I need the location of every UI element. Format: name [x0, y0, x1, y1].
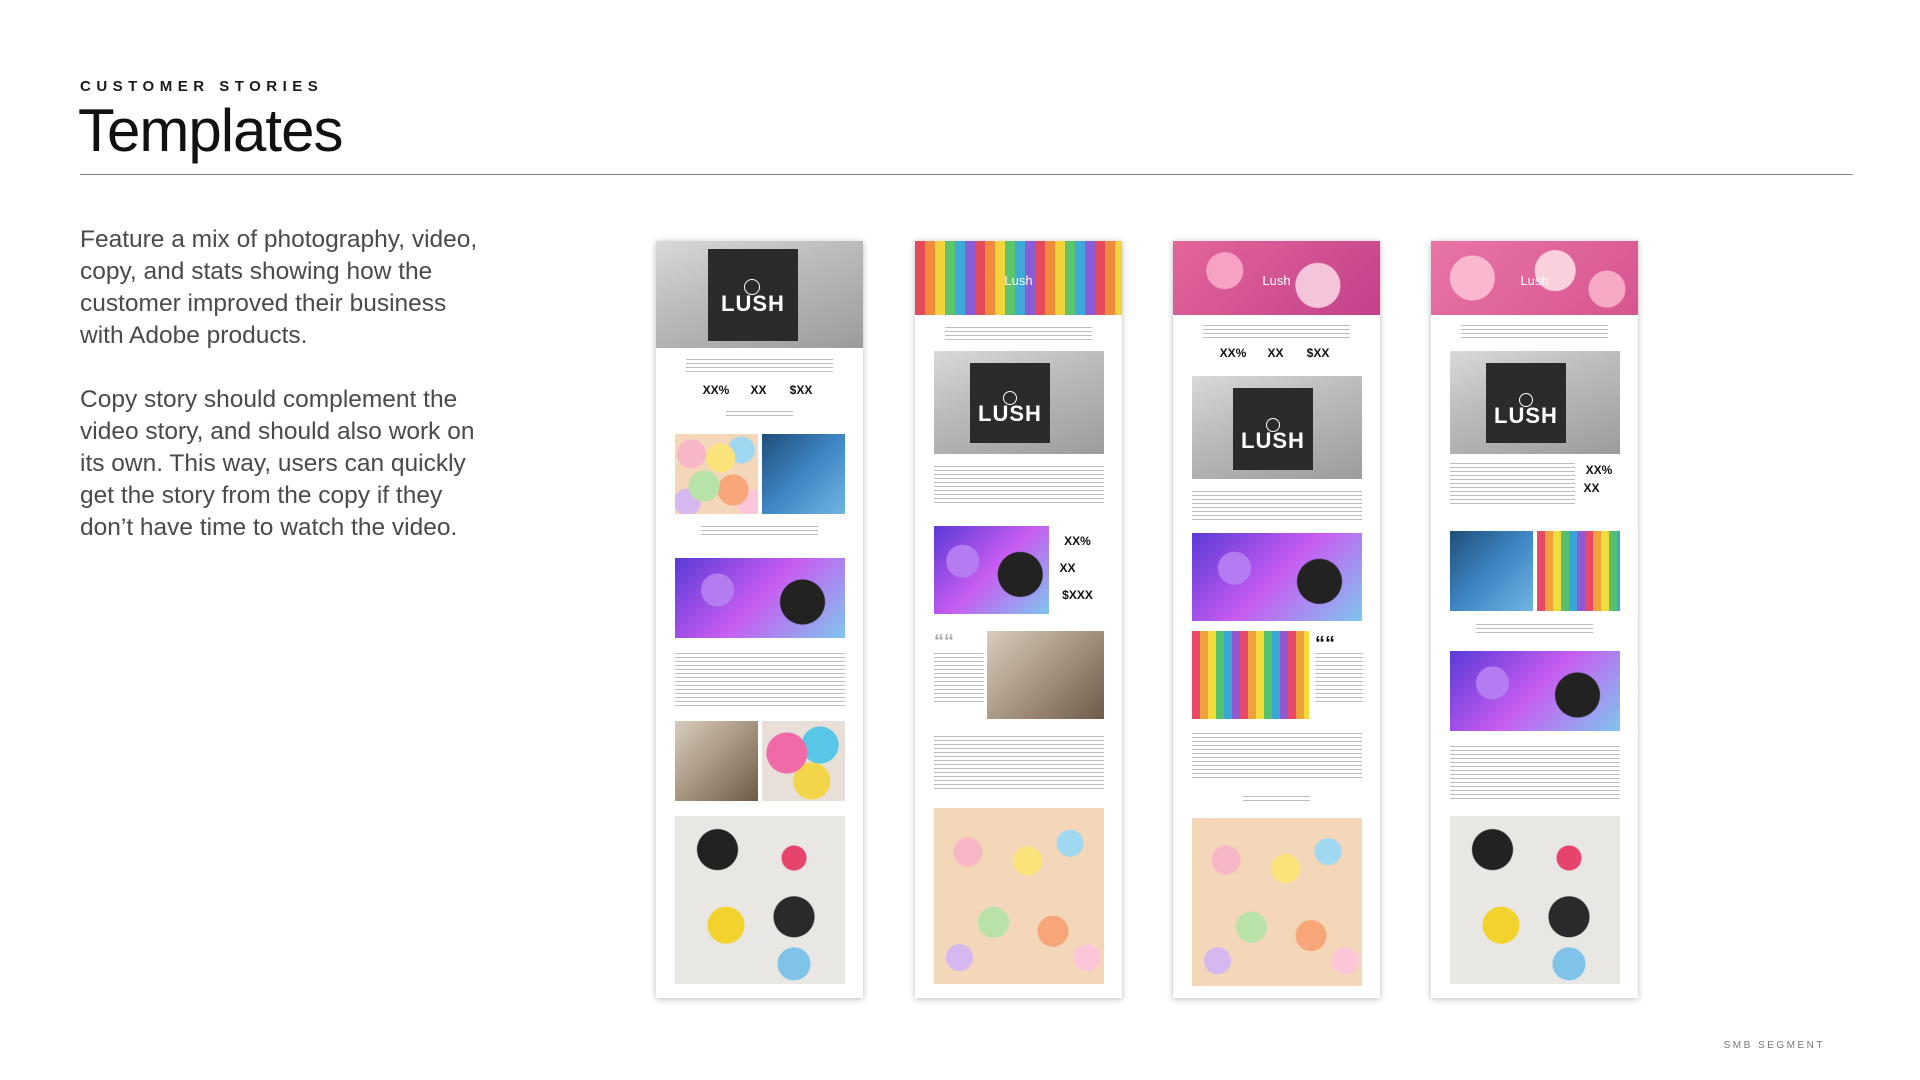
phone-image: [1450, 531, 1533, 611]
stat-dollars: $XX: [789, 383, 813, 397]
phone-image: [762, 434, 845, 514]
perspective-image: [934, 526, 1049, 614]
problem-solution-text: [1192, 491, 1362, 521]
intro-text: [1203, 325, 1350, 339]
hero-brand: Lush: [1520, 273, 1549, 288]
perspective-image: [1450, 651, 1620, 731]
body-text: [675, 653, 845, 709]
apps-text: [726, 411, 793, 419]
bath-bombs-image: [675, 434, 758, 514]
stat-count: XX: [1267, 346, 1284, 360]
stat-percent: XX%: [1585, 463, 1613, 477]
template-preview-4[interactable]: Lush LUSH XX% XX: [1431, 241, 1638, 998]
products-image: [675, 816, 845, 984]
description-paragraph-1: Feature a mix of photography, video, cop…: [80, 226, 478, 349]
intro-text: [945, 327, 1092, 341]
hero-brand: Lush: [1262, 273, 1291, 288]
quote-text: [1315, 653, 1363, 703]
stat-count: XX: [750, 383, 767, 397]
apps-text: [1243, 796, 1310, 804]
eyebrow: CUSTOMER STORIES: [80, 78, 324, 95]
page-title: Templates: [78, 97, 343, 164]
stat-count: XX: [1583, 481, 1600, 495]
stat-dollars: $XXX: [1062, 588, 1093, 602]
play-icon[interactable]: [1266, 418, 1280, 432]
description-paragraph-2: Copy story should complement the video s…: [80, 386, 475, 541]
template-preview-3[interactable]: Lush XX% XX $XX LUSH ““: [1173, 241, 1380, 998]
problem-solution-text: [934, 466, 1104, 504]
play-icon[interactable]: [1519, 393, 1533, 407]
stat-count: XX: [1059, 561, 1076, 575]
caption-text: [701, 526, 818, 538]
template-preview-2[interactable]: Lush LUSH XX% XX $XXX ““: [915, 241, 1122, 998]
description: Feature a mix of photography, video, cop…: [80, 224, 480, 576]
cafe-image: [675, 721, 758, 801]
stat-percent: XX%: [702, 383, 730, 397]
intro-text: [686, 359, 833, 373]
body-text: [934, 736, 1104, 792]
products-image: [1450, 816, 1620, 984]
problem-solution-text: [1450, 463, 1575, 507]
header-rule: [80, 174, 1853, 175]
perspective-image: [1192, 533, 1362, 621]
play-icon[interactable]: [1003, 391, 1017, 405]
colorful-display-image: [1537, 531, 1620, 611]
stat-percent: XX%: [1219, 346, 1247, 360]
play-icon[interactable]: [744, 279, 760, 295]
bath-bombs-image: [1192, 818, 1362, 986]
stat-dollars: $XX: [1306, 346, 1330, 360]
quote-text: [934, 653, 984, 703]
footer-label: SMB SEGMENT: [1723, 1040, 1825, 1051]
bath-bombs-image: [934, 808, 1104, 984]
quote-icon: ““: [934, 631, 954, 653]
caption-text: [1476, 624, 1593, 636]
intro-text: [1461, 325, 1608, 339]
body-text: [1192, 733, 1362, 781]
stat-percent: XX%: [1064, 534, 1091, 548]
template-preview-1[interactable]: LUSH XX% XX $XX: [656, 241, 863, 998]
hero-brand: Lush: [1004, 273, 1033, 288]
colorful-display-image: [1192, 631, 1309, 719]
perspective-image: [675, 558, 845, 638]
body-text: [1450, 746, 1620, 802]
powder-image: [762, 721, 845, 801]
cafe-image: [987, 631, 1104, 719]
